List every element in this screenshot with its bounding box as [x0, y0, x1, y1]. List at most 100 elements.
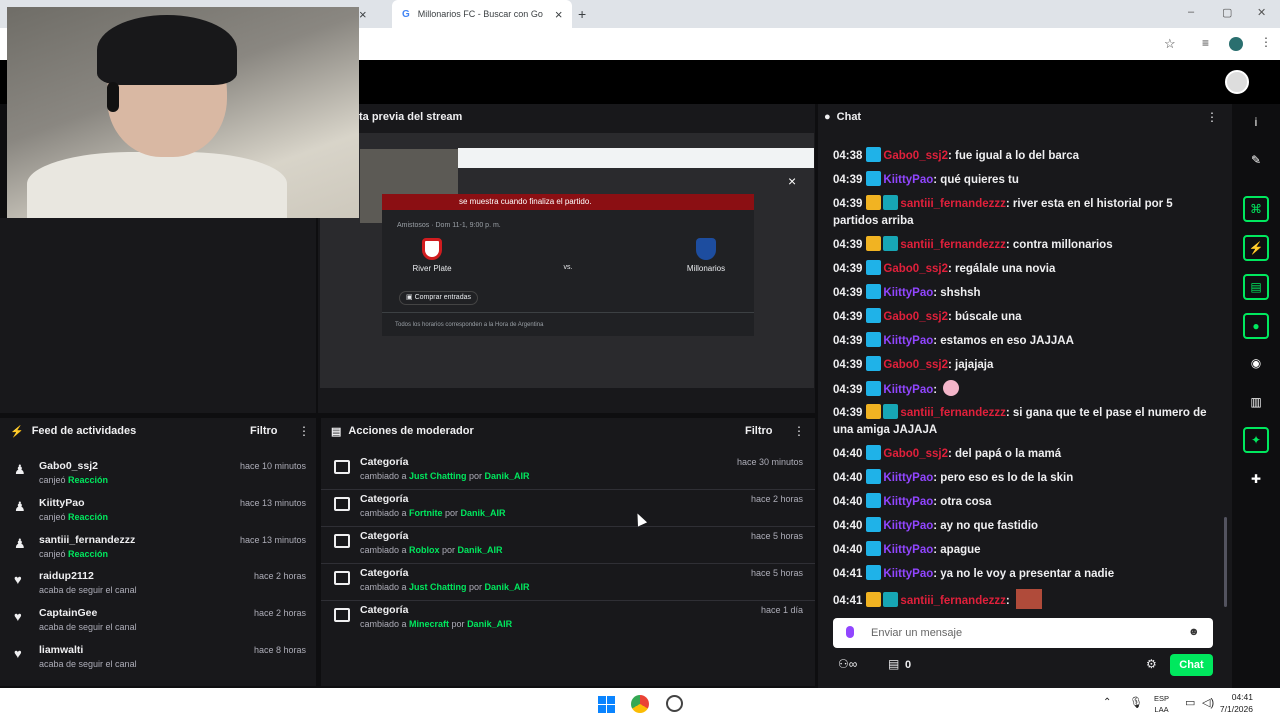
tab-close-icon[interactable]: × — [555, 7, 563, 22]
list-item[interactable]: ♟ Gabo0_ssj2 canjeó Reacción hace 10 min… — [0, 458, 316, 494]
notes-icon[interactable]: ▤ — [1243, 274, 1269, 300]
clip-icon[interactable]: ⌘ — [1243, 196, 1269, 222]
crown-badge-icon[interactable] — [866, 592, 882, 607]
mod-user[interactable]: Danik_AIR — [467, 619, 512, 629]
table-row[interactable]: Categoría cambiado a Minecraft por Danik… — [321, 602, 815, 638]
broadcast-icon[interactable]: ◉ — [1243, 350, 1269, 376]
chat-username[interactable]: santiii_fernandezzz — [900, 595, 1005, 607]
mod-user[interactable]: Danik_AIR — [461, 508, 506, 518]
prime-badge-icon[interactable] — [866, 541, 882, 556]
chat-settings-icon[interactable]: ⚙ — [1146, 657, 1157, 671]
chat-username[interactable]: KiittyPao — [883, 335, 933, 347]
prime-badge-icon[interactable] — [866, 147, 882, 162]
profile-icon[interactable] — [1229, 37, 1243, 51]
chat-icon[interactable]: ● — [1243, 313, 1269, 339]
buy-tickets-button[interactable]: ▣ Comprar entradas — [399, 291, 478, 305]
windows-start-icon[interactable] — [598, 696, 615, 713]
chat-username[interactable]: Gabo0_ssj2 — [883, 448, 948, 460]
feed-user[interactable]: CaptainGee — [39, 607, 97, 619]
close-icon[interactable]: × — [359, 7, 367, 22]
chat-username[interactable]: KiittyPao — [883, 472, 933, 484]
puzzle-icon[interactable]: ✚ — [1243, 466, 1269, 492]
chat-username[interactable]: KiittyPao — [883, 568, 933, 580]
maximize-icon[interactable]: ▢ — [1222, 6, 1232, 19]
language-indicator[interactable]: ESP LAA — [1154, 693, 1169, 715]
list-item[interactable]: ♟ KiittyPao canjeó Reacción hace 13 minu… — [0, 495, 316, 531]
mod-category[interactable]: Just Chatting — [409, 582, 467, 592]
chat-username[interactable]: Gabo0_ssj2 — [883, 150, 948, 162]
app-icon[interactable] — [666, 695, 683, 712]
table-row[interactable]: Categoría cambiado a Just Chatting por D… — [321, 454, 815, 490]
prime-badge-icon[interactable] — [866, 332, 882, 347]
chat-username[interactable]: Gabo0_ssj2 — [883, 311, 948, 323]
browser-tab-active[interactable]: G Millonarios FC - Buscar con Go × — [392, 0, 572, 28]
chat-username[interactable]: santiii_fernandezzz — [900, 407, 1005, 419]
prime-badge-icon[interactable] — [866, 493, 882, 508]
gift-badge-icon[interactable] — [883, 404, 899, 419]
prime-badge-icon[interactable] — [866, 381, 882, 396]
feed-user[interactable]: Gabo0_ssj2 — [39, 460, 98, 472]
list-item[interactable]: ♟ santiii_fernandezzz canjeó Reacción ha… — [0, 532, 316, 568]
chat-username[interactable]: KiittyPao — [883, 520, 933, 532]
system-clock[interactable]: 04:41 7/1/2026 — [1220, 691, 1253, 715]
mod-user[interactable]: Danik_AIR — [458, 545, 503, 555]
mod-user[interactable]: Danik_AIR — [485, 582, 530, 592]
chat-scrollbar[interactable] — [1224, 517, 1227, 607]
crown-badge-icon[interactable] — [866, 236, 882, 251]
channel-points-icon[interactable]: ⚇∞ — [838, 657, 857, 671]
list-item[interactable]: ♥ raidup2112 acaba de seguir el canal ha… — [0, 568, 316, 604]
chat-username[interactable]: santiii_fernandezzz — [900, 198, 1005, 210]
mod-category[interactable]: Minecraft — [409, 619, 449, 629]
chat-send-button[interactable]: Chat — [1170, 654, 1213, 676]
prime-badge-icon[interactable] — [866, 565, 882, 580]
chevron-up-icon[interactable]: ⌃ — [1103, 697, 1111, 708]
mod-category[interactable]: Just Chatting — [409, 471, 467, 481]
table-row[interactable]: Categoría cambiado a Just Chatting por D… — [321, 565, 815, 601]
feed-user[interactable]: raidup2112 — [39, 570, 94, 582]
mod-more-icon[interactable]: ⋮ — [793, 424, 805, 438]
prime-badge-icon[interactable] — [866, 445, 882, 460]
chat-input[interactable]: Enviar un mensaje — [833, 618, 1213, 648]
plus-icon[interactable]: + — [578, 6, 586, 22]
crown-badge-icon[interactable] — [866, 195, 882, 210]
chat-username[interactable]: KiittyPao — [883, 174, 933, 186]
stack-icon[interactable]: ▥ — [1243, 389, 1269, 415]
chat-username[interactable]: Gabo0_ssj2 — [883, 263, 948, 275]
prime-badge-icon[interactable] — [866, 308, 882, 323]
crown-badge-icon[interactable] — [866, 404, 882, 419]
prime-badge-icon[interactable] — [866, 284, 882, 299]
activity-filter-button[interactable]: Filtro — [250, 425, 278, 437]
mic-tray-icon[interactable]: 🎙 — [1129, 696, 1143, 709]
lightning-icon[interactable]: ⚡ — [1243, 235, 1269, 261]
chat-username[interactable]: KiittyPao — [883, 384, 933, 396]
user-avatar[interactable] — [1225, 70, 1249, 94]
prime-badge-icon[interactable] — [866, 469, 882, 484]
feed-user[interactable]: liamwalti — [39, 644, 83, 656]
star-icon[interactable]: ☆ — [1164, 36, 1176, 52]
window-close-icon[interactable]: ✕ — [1257, 6, 1266, 19]
table-row[interactable]: Categoría cambiado a Fortnite por Danik_… — [321, 491, 815, 527]
gift-badge-icon[interactable] — [883, 592, 899, 607]
info-icon[interactable]: i — [1243, 109, 1269, 135]
preview-close-icon[interactable]: × — [788, 173, 796, 189]
volume-icon[interactable]: ◁) — [1202, 696, 1214, 709]
gift-icon[interactable]: ▤ — [888, 657, 899, 671]
chat-username[interactable]: KiittyPao — [883, 287, 933, 299]
prev-tab-close[interactable]: × — [359, 0, 387, 28]
mod-category[interactable]: Roblox — [409, 545, 440, 555]
chat-username[interactable]: KiittyPao — [883, 544, 933, 556]
mod-user[interactable]: Danik_AIR — [485, 471, 530, 481]
mod-category[interactable]: Fortnite — [409, 508, 443, 518]
chat-username[interactable]: KiittyPao — [883, 496, 933, 508]
feed-user[interactable]: KiittyPao — [39, 497, 85, 509]
prime-badge-icon[interactable] — [866, 171, 882, 186]
chat-more-icon[interactable]: ⋮ — [1206, 110, 1218, 124]
menu-icon[interactable]: ⋮ — [1260, 35, 1272, 49]
activity-more-icon[interactable]: ⋮ — [298, 424, 310, 438]
prime-badge-icon[interactable] — [866, 356, 882, 371]
wrench-icon[interactable]: ✦ — [1243, 427, 1269, 453]
table-row[interactable]: Categoría cambiado a Roblox por Danik_AI… — [321, 528, 815, 564]
gift-badge-icon[interactable] — [883, 236, 899, 251]
emote-icon[interactable]: ☻ — [1188, 626, 1200, 638]
network-icon[interactable]: ▭ — [1185, 696, 1195, 709]
